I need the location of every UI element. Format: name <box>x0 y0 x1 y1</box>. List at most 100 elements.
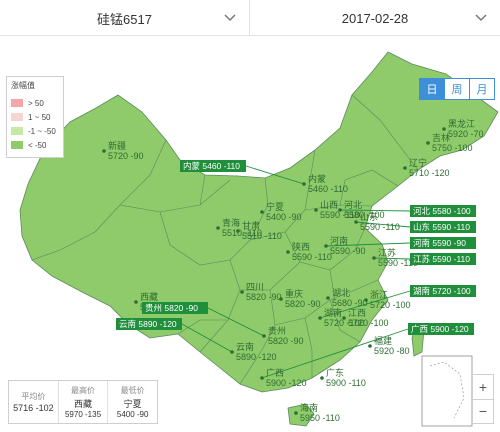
callout-text: 贵州 5820 -90 <box>145 303 198 313</box>
province-marker[interactable]: 山东5590 -110 <box>354 211 400 232</box>
province-value: 5900 -120 <box>266 378 307 388</box>
province-value: 5590 -90 <box>330 246 366 256</box>
province-marker[interactable]: 浙江5720 -100 <box>364 289 411 310</box>
province-dot <box>354 220 358 224</box>
legend-swatch <box>11 141 23 149</box>
province-value: 5680 -90 <box>332 298 368 308</box>
province-dot <box>240 290 244 294</box>
province-marker[interactable]: 福建5920 -80 <box>368 335 410 356</box>
price-callout[interactable]: 内蒙 5460 -110 <box>180 160 246 172</box>
province-name: 内蒙 <box>308 173 326 184</box>
legend-label: < -50 <box>28 140 47 150</box>
callout-text: 广西 5900 -120 <box>411 324 469 334</box>
price-callout[interactable]: 河北 5580 -100 <box>410 205 476 217</box>
province-dot <box>426 141 430 145</box>
province-value: 5590 -110 <box>360 222 400 232</box>
province-dot <box>294 411 298 415</box>
legend-item[interactable]: -1 ~ -50 <box>11 124 59 138</box>
province-name: 黑龙江 <box>448 118 475 129</box>
province-marker[interactable]: 海南5950 -110 <box>294 402 340 423</box>
province-dot <box>279 297 283 301</box>
province-dot <box>236 229 240 233</box>
province-value: 5400 -90 <box>266 212 302 222</box>
province-name: 吉林 <box>432 132 450 143</box>
selector-bar: 硅锰6517 2017-02-28 <box>0 0 500 36</box>
price-callout[interactable]: 山东 5590 -110 <box>410 221 476 233</box>
callout-text: 内蒙 5460 -110 <box>183 161 240 171</box>
province-value: 5750 -100 <box>432 143 473 153</box>
period-toggle: 日周月 <box>419 78 495 100</box>
province-dot <box>364 298 368 302</box>
province-name: 湖南 <box>324 307 342 318</box>
province-name: 四川 <box>246 282 264 292</box>
price-callout[interactable]: 湖南 5720 -100 <box>410 285 476 297</box>
province-dot <box>216 226 220 230</box>
callout-text: 河南 5590 -90 <box>413 238 466 248</box>
province-dot <box>102 149 106 153</box>
legend-label: 1 ~ 50 <box>28 112 51 122</box>
legend-title: 涨幅值 <box>11 81 35 90</box>
legend-item[interactable]: < -50 <box>11 138 59 152</box>
province-name: 青海 <box>222 217 240 228</box>
date-selector[interactable]: 2017-02-28 <box>250 0 500 36</box>
province-dot <box>442 127 446 131</box>
legend-items: > 50 1 ~ 50 -1 ~ -50 < -50 <box>11 96 59 152</box>
province-marker[interactable]: 江西5720 -100 <box>342 308 389 328</box>
price-callout[interactable]: 贵州 5820 -90 <box>142 302 208 314</box>
province-value: 5460 -110 <box>308 184 348 194</box>
province-dot <box>314 208 318 212</box>
period-tab[interactable]: 月 <box>469 78 495 100</box>
province-name: 河南 <box>330 235 348 246</box>
chevron-down-icon <box>224 14 236 22</box>
zoom-out-button[interactable]: − <box>473 400 493 424</box>
legend-label: > 50 <box>28 98 44 108</box>
province-name: 陕西 <box>292 241 310 252</box>
callout-text: 湖南 5720 -100 <box>413 286 471 296</box>
legend-item[interactable]: 1 ~ 50 <box>11 110 59 124</box>
province-marker[interactable]: 辽宁5710 -120 <box>403 157 450 178</box>
legend-swatch <box>11 113 23 121</box>
price-callout[interactable]: 广西 5900 -120 <box>408 323 474 335</box>
price-callout[interactable]: 江苏 5590 -110 <box>410 253 476 265</box>
province-value: 5920 -80 <box>374 346 410 356</box>
province-name: 重庆 <box>285 288 303 299</box>
zoom-in-button[interactable]: + <box>473 375 493 400</box>
province-name: 云南 <box>236 341 254 352</box>
product-selector[interactable]: 硅锰6517 <box>0 0 250 36</box>
province-name: 甘肃 <box>242 220 260 231</box>
legend-item[interactable]: > 50 <box>11 96 59 110</box>
province-name: 江苏 <box>378 247 396 258</box>
province-value: 5820 -90 <box>268 336 304 346</box>
province-dot <box>338 208 342 212</box>
date-value: 2017-02-28 <box>341 10 409 26</box>
province-name: 山西 <box>320 200 338 210</box>
province-value: 5820 -90 <box>246 292 282 302</box>
province-value: 5920 -70 <box>448 129 484 139</box>
price-callout[interactable]: 河南 5590 -90 <box>410 237 476 249</box>
province-name: 江西 <box>348 308 366 318</box>
province-marker[interactable]: 广东5900 -110 <box>320 367 366 388</box>
callout-text: 河北 5580 -100 <box>413 206 471 216</box>
province-dot <box>372 256 376 260</box>
province-value: 5710 -120 <box>409 168 450 178</box>
period-tab[interactable]: 日 <box>419 78 445 100</box>
province-dot <box>262 334 266 338</box>
province-value: 5720 -100 <box>348 318 389 328</box>
province-dot <box>302 182 306 186</box>
legend-swatch <box>11 99 23 107</box>
callout-text: 云南 5890 -120 <box>119 319 177 329</box>
province-value: 5510 -110 <box>242 231 282 241</box>
province-name: 福建 <box>374 335 392 346</box>
period-tab[interactable]: 周 <box>444 78 470 100</box>
province-name: 新疆 <box>108 140 126 151</box>
province-value: 5590 -110 <box>292 252 332 262</box>
china-price-map[interactable]: 新疆5720 -90西藏5970 -135青海5510 -110甘肃5510 -… <box>0 36 500 432</box>
province-value: 5720 -90 <box>108 151 144 161</box>
province-dot <box>260 376 264 380</box>
province-dot <box>286 250 290 254</box>
province-name: 广东 <box>326 367 344 378</box>
legend: 涨幅值 > 50 1 ~ 50 -1 ~ -50 < -50 <box>6 76 64 158</box>
province-name: 广西 <box>266 367 284 378</box>
price-callout[interactable]: 云南 5890 -120 <box>116 318 182 330</box>
province-name: 山东 <box>360 211 378 222</box>
